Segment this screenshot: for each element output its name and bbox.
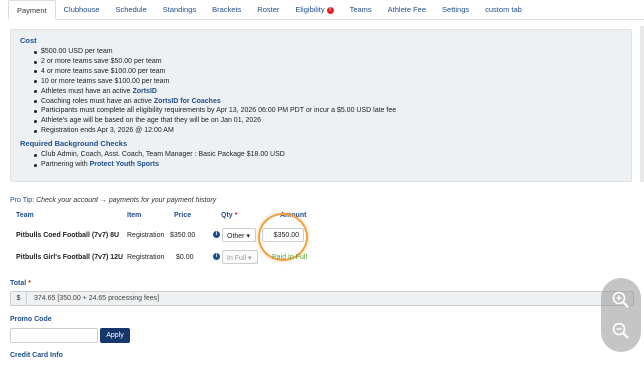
tab-teams[interactable]: Teams xyxy=(342,0,380,20)
pro-tip-label: Pro Tip: xyxy=(10,197,35,204)
background-check-text: Partnering with xyxy=(41,161,90,169)
cost-item: Participants must complete all eligibili… xyxy=(34,106,622,116)
zortsid-link[interactable]: ZortsID xyxy=(132,88,157,95)
tab-settings[interactable]: Settings xyxy=(434,0,477,20)
row-item: Registration xyxy=(127,232,165,239)
tab-athlete-fee[interactable]: Athlete Fee xyxy=(380,0,434,20)
col-header-qty: Qty * xyxy=(221,212,237,219)
cost-item: $500.00 USD per team xyxy=(34,47,622,57)
tab-brackets[interactable]: Brackets xyxy=(204,0,249,20)
protect-youth-sports-link[interactable]: Protect Youth Sports xyxy=(90,161,159,168)
required-marker: * xyxy=(28,280,31,287)
qty-select[interactable]: Other ▾ xyxy=(222,228,256,242)
col-header-price: Price xyxy=(174,212,192,219)
currency-prefix: $ xyxy=(11,292,27,305)
cost-item: 2 or more teams save $50.00 per team xyxy=(34,57,622,67)
background-checks-list: Club Admin, Coach, Asst. Coach, Team Man… xyxy=(34,150,622,170)
background-checks-heading: Required Background Checks xyxy=(20,139,128,149)
col-header-amount: Amount xyxy=(280,212,307,219)
cost-item: Coaching roles must have an active Zorts… xyxy=(34,97,622,107)
apply-promo-button[interactable]: Apply xyxy=(100,328,130,343)
total-label: Total * xyxy=(10,280,31,287)
cost-item: Athlete's age will be based on the age t… xyxy=(34,116,622,126)
tab-payment[interactable]: Payment xyxy=(8,0,56,20)
cost-item-text: Coaching roles must have an active xyxy=(41,97,154,105)
cost-item: Athletes must have an active ZortsID xyxy=(34,87,622,97)
background-check-item: Club Admin, Coach, Asst. Coach, Team Man… xyxy=(34,150,622,160)
total-value: 374.65 [350.00 + 24.65 processing fees] xyxy=(34,295,160,302)
col-header-item: Item xyxy=(127,212,142,219)
cost-item-text: Athletes must have an active xyxy=(41,87,133,95)
background-check-item: Partnering with Protect Youth Sports xyxy=(34,160,622,170)
row-team-name: Pitbulls Girl's Football (7v7) 12U xyxy=(16,254,124,261)
zoom-out-icon[interactable] xyxy=(611,321,631,341)
cost-item: Registration ends Apr 3, 2026 @ 12:00 AM xyxy=(34,126,622,136)
row-price: $0.00 xyxy=(176,254,194,261)
scrollbar[interactable] xyxy=(640,26,644,182)
row-team-name: Pitbulls Coed Football (7v7) 8U xyxy=(16,232,120,239)
tab-bar: Payment Clubhouse Schedule Standings Bra… xyxy=(8,0,644,20)
tab-custom[interactable]: custom tab xyxy=(477,0,530,20)
row-item: Registration xyxy=(127,254,165,261)
tab-eligibility[interactable]: Eligibility! xyxy=(287,0,341,20)
alert-badge-icon: ! xyxy=(326,7,334,14)
row-price: $350.00 xyxy=(170,232,196,239)
qty-select-value: Other xyxy=(227,233,245,240)
paid-in-full-status: Paid In Full xyxy=(272,254,308,261)
cost-item: 10 or more teams save $100.00 per team xyxy=(34,77,622,87)
zoom-in-icon[interactable] xyxy=(611,290,631,310)
promo-code-label: Promo Code xyxy=(10,316,52,323)
qty-select-value: In Full xyxy=(227,255,247,262)
qty-select[interactable]: In Full ▾ xyxy=(222,250,258,264)
col-header-team: Team xyxy=(16,212,34,219)
pro-tip-text: Check your account → payments for your p… xyxy=(36,197,217,204)
promo-code-input[interactable] xyxy=(10,328,98,343)
tab-standings[interactable]: Standings xyxy=(155,0,204,20)
zortsid-coaches-link[interactable]: ZortsID for Coaches xyxy=(154,98,221,105)
pro-tip: Pro Tip: Check your account → payments f… xyxy=(10,197,216,204)
tab-roster[interactable]: Roster xyxy=(249,0,287,20)
credit-card-info-label: Credit Card Info xyxy=(10,352,63,359)
cost-list: $500.00 USD per team 2 or more teams sav… xyxy=(34,47,622,136)
info-icon[interactable]: i xyxy=(213,253,220,260)
amount-input[interactable]: $350.00 xyxy=(262,228,304,242)
cost-heading: Cost xyxy=(20,36,37,45)
tab-eligibility-label: Eligibility xyxy=(295,5,325,14)
zoom-controls xyxy=(601,278,641,352)
tab-schedule[interactable]: Schedule xyxy=(107,0,154,20)
event-info-panel: Cost $500.00 USD per team 2 or more team… xyxy=(10,29,632,182)
col-header-qty-label: Qty xyxy=(221,212,233,219)
cost-item: 4 or more teams save $100.00 per team xyxy=(34,67,622,77)
tab-clubhouse[interactable]: Clubhouse xyxy=(56,0,108,20)
info-icon[interactable]: i xyxy=(213,231,220,238)
required-marker: * xyxy=(234,212,238,219)
total-field: $ 374.65 [350.00 + 24.65 processing fees… xyxy=(10,291,634,306)
total-label-text: Total xyxy=(10,280,27,287)
